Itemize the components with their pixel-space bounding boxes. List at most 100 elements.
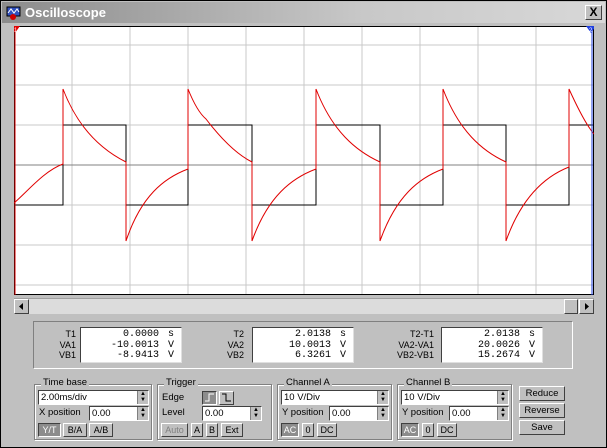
t1-values: 0.0000 s -10.0013 V -8.9413 V <box>80 327 182 363</box>
vb2-vb1-value: 15.2674 <box>477 350 520 361</box>
cursor-t2[interactable]: 2 <box>586 26 594 295</box>
yt-mode-button[interactable]: Y/T <box>38 423 61 437</box>
rising-edge-button[interactable] <box>202 391 217 405</box>
xposition-label: X position <box>39 407 81 418</box>
scroll-right-button[interactable] <box>579 299 594 314</box>
diff-labels: T2-T1 VA2-VA1 VB2-VB1 <box>380 329 434 361</box>
vb1-label: VB1 <box>58 350 76 360</box>
spin-down-icon: ▼ <box>380 397 386 403</box>
ab-mode-button[interactable]: A/B <box>89 423 113 437</box>
diff-values: 2.0138 s 20.0026 V 15.2674 V <box>441 327 543 363</box>
t2-labels: T2 VA2 VB2 <box>206 329 244 361</box>
channel-a-title: Channel A <box>284 377 332 388</box>
level-input[interactable]: 0.00 ▲ ▼ <box>202 406 262 421</box>
channel-b-ypos-input[interactable]: 0.00 ▲ ▼ <box>449 406 509 421</box>
channel-b-scale-select[interactable]: 10 V/Div ▲ ▼ <box>401 390 509 405</box>
rising-edge-icon <box>205 393 214 402</box>
t1-labels: T1 VA1 VB1 <box>36 329 76 361</box>
scroll-thumb[interactable] <box>564 299 578 314</box>
horizontal-scrollbar[interactable] <box>14 298 594 314</box>
timebase-title: Time base <box>41 377 89 388</box>
channel-b-ypos-value: 0.00 <box>452 408 471 419</box>
vb2-label: VB2 <box>226 350 244 360</box>
t1-label: T1 <box>65 329 76 339</box>
cursor-t1[interactable]: 1 <box>14 26 20 295</box>
scroll-left-button[interactable] <box>14 299 29 314</box>
falling-edge-button[interactable] <box>219 391 234 405</box>
channel-b-scale-value: 10 V/Div <box>404 392 440 403</box>
t2-t1-value: 2.0138 <box>483 329 520 340</box>
trigger-group: Trigger Edge Level 0.00 ▲ ▼ Auto A B Ext <box>157 377 272 440</box>
spin-down-icon: ▼ <box>140 397 146 403</box>
va2-va1-label: VA2-VA1 <box>398 339 434 350</box>
t2-label: T2 <box>233 329 244 339</box>
t2-t1-unit: s <box>528 329 535 340</box>
level-label: Level <box>162 407 185 418</box>
channel-a-ypos-value: 0.00 <box>332 408 351 419</box>
channel-a-ypos-input[interactable]: 0.00 ▲ ▼ <box>329 406 389 421</box>
vb1-value: -8.9413 <box>116 350 159 361</box>
spin-down-icon: ▼ <box>500 413 506 419</box>
level-value: 0.00 <box>205 408 224 419</box>
close-button[interactable]: X <box>585 5 602 20</box>
trigger-ext-button[interactable]: Ext <box>221 423 243 437</box>
t1-unit: s <box>167 329 174 340</box>
save-button[interactable]: Save <box>519 420 565 435</box>
channel-a-zero-button[interactable]: 0 <box>302 423 314 437</box>
trigger-title: Trigger <box>164 377 198 388</box>
level-spinner[interactable]: ▲ ▼ <box>250 407 261 420</box>
reverse-button[interactable]: Reverse <box>519 403 565 418</box>
xposition-spinner[interactable]: ▲ ▼ <box>137 407 148 420</box>
vb2-value: 6.3261 <box>294 350 331 361</box>
channel-b-ac-button[interactable]: AC <box>401 423 419 437</box>
vb2-vb1-unit: V <box>528 350 535 361</box>
channel-b-dc-button[interactable]: DC <box>437 423 457 437</box>
t2-value: 2.0138 <box>294 329 331 340</box>
falling-edge-icon <box>222 393 231 402</box>
trigger-b-button[interactable]: B <box>206 423 218 437</box>
spin-down-icon: ▼ <box>380 413 386 419</box>
channel-a-group: Channel A 10 V/Div ▲ ▼ Y position 0.00 ▲ ▼… <box>277 377 392 440</box>
vb1-unit: V <box>167 350 174 361</box>
channel-a-scale-select[interactable]: 10 V/Div ▲ ▼ <box>281 390 389 405</box>
xposition-input[interactable]: 0.00 ▲ ▼ <box>89 406 149 421</box>
channel-b-title: Channel B <box>404 377 453 388</box>
close-icon: X <box>589 5 598 19</box>
spin-down-icon: ▼ <box>140 413 146 419</box>
oscilloscope-app-icon <box>6 6 21 20</box>
channel-a-ac-button[interactable]: AC <box>281 423 299 437</box>
timebase-spinner[interactable]: ▲ ▼ <box>137 391 148 404</box>
channel-b-group: Channel B 10 V/Div ▲ ▼ Y position 0.00 ▲ ▼… <box>397 377 512 440</box>
window-title: Oscilloscope <box>25 5 106 20</box>
grid <box>14 26 594 295</box>
edge-label: Edge <box>162 392 185 403</box>
channel-b-zero-button[interactable]: 0 <box>422 423 434 437</box>
t2-t1-label: T2-T1 <box>409 329 434 339</box>
channel-a-dc-button[interactable]: DC <box>317 423 337 437</box>
channel-b-ypos-spinner[interactable]: ▲ ▼ <box>497 407 508 420</box>
reduce-button[interactable]: Reduce <box>519 386 565 401</box>
arrow-left-icon <box>19 303 23 310</box>
channel-b-ypos-label: Y position <box>402 407 444 418</box>
ba-mode-button[interactable]: B/A <box>63 423 87 437</box>
vb2-vb1-label: VB2-VB1 <box>396 350 434 360</box>
channel-a-ypos-spinner[interactable]: ▲ ▼ <box>377 407 388 420</box>
t2-values: 2.0138 s 10.0013 V 6.3261 V <box>252 327 354 363</box>
va2-label: VA2 <box>227 339 244 350</box>
arrow-right-icon <box>585 303 589 310</box>
title-bar[interactable]: Oscilloscope X <box>2 2 605 23</box>
channel-a-scale-spinner[interactable]: ▲ ▼ <box>377 391 388 404</box>
t2-unit: s <box>339 329 346 340</box>
scope-screen[interactable]: 1 2 <box>14 26 594 295</box>
timebase-scale-select[interactable]: 2.00ms/div ▲ ▼ <box>38 390 149 405</box>
auto-trigger-button[interactable]: Auto <box>161 423 188 437</box>
channel-a-scale-value: 10 V/Div <box>284 392 320 403</box>
channel-b-scale-spinner[interactable]: ▲ ▼ <box>497 391 508 404</box>
timebase-group: Time base 2.00ms/div ▲ ▼ X position 0.00 … <box>34 377 152 440</box>
vb2-unit: V <box>339 350 346 361</box>
spin-down-icon: ▼ <box>253 413 259 419</box>
channel-a-ypos-label: Y position <box>282 407 324 418</box>
trigger-a-button[interactable]: A <box>191 423 203 437</box>
oscilloscope-window: Oscilloscope X 1 2 T1 VA1 VB1 0.0000 s -… <box>0 0 607 448</box>
timebase-scale-value: 2.00ms/div <box>41 392 87 403</box>
